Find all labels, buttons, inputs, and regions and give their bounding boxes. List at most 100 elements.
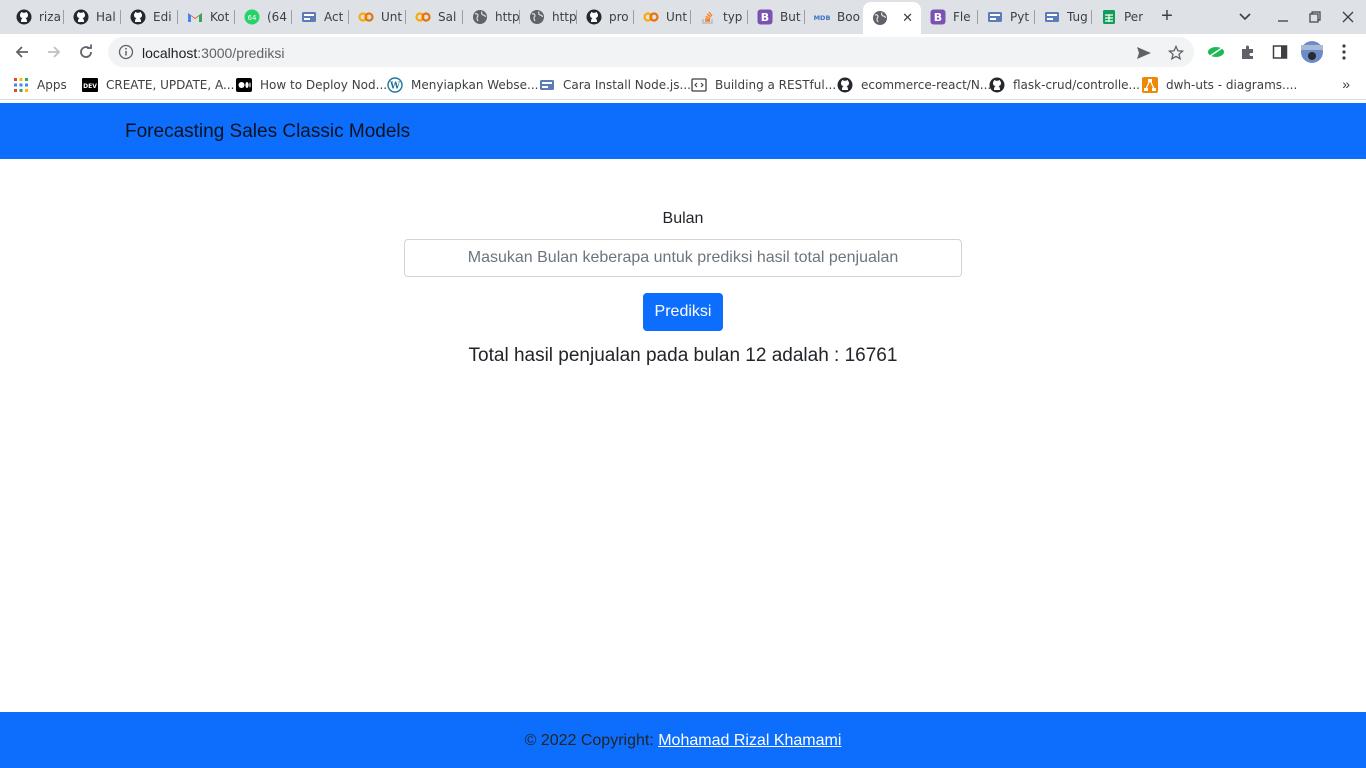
tab-title: Hal: [96, 10, 116, 24]
colab-icon: [643, 9, 659, 25]
footer-text: © 2022 Copyright: Mohamad Rizal Khamami: [0, 732, 1366, 750]
bookmark-item[interactable]: dwh-uts - diagrams....: [1142, 76, 1297, 94]
tab-title: (64: [267, 10, 287, 24]
predict-button[interactable]: Prediksi: [643, 293, 723, 331]
tab-title: pro: [609, 10, 629, 24]
browser-tab[interactable]: B But: [748, 4, 805, 30]
address-bar[interactable]: localhost:3000/prediksi: [108, 37, 1194, 67]
whatsapp-icon: 64: [244, 9, 260, 25]
site-icon: [987, 9, 1003, 25]
bookmark-label: How to Deploy Nod...: [260, 78, 388, 92]
navbar-brand[interactable]: Forecasting Sales Classic Models: [125, 121, 410, 143]
tab-title: Act: [324, 10, 344, 24]
browser-tab[interactable]: Per: [1092, 4, 1145, 30]
forward-button[interactable]: [42, 40, 66, 64]
site-info-icon[interactable]: [118, 44, 134, 60]
colab-icon: [415, 9, 431, 25]
globe-icon: [472, 9, 488, 25]
bookmark-item[interactable]: flask-crud/controlle...: [989, 76, 1140, 94]
tab-active[interactable]: ✕: [863, 2, 921, 34]
bookmark-item[interactable]: How to Deploy Nod...: [236, 76, 387, 94]
bootstrap-icon: B: [757, 9, 773, 25]
bookmark-star-icon[interactable]: [1167, 44, 1185, 62]
bookmark-item[interactable]: Cara Install Node.js...: [539, 76, 691, 94]
site-icon: [1044, 9, 1060, 25]
browser-tab[interactable]: riza: [7, 4, 64, 30]
tab-search-button[interactable]: [1233, 6, 1257, 28]
bookmark-item[interactable]: Building a RESTful...: [691, 76, 836, 94]
github-icon: [586, 9, 602, 25]
bookmark-label: Menyiapkan Webse...: [411, 78, 539, 92]
browser-tab[interactable]: Unt: [349, 4, 406, 30]
svg-text:MDB: MDB: [814, 14, 830, 22]
github-icon: [73, 9, 89, 25]
svg-text:B: B: [934, 11, 942, 24]
minimize-icon: [1278, 20, 1288, 22]
more-bookmarks-icon[interactable]: »: [1342, 76, 1350, 92]
back-button[interactable]: [10, 40, 34, 64]
restore-icon: [1309, 11, 1321, 23]
browser-tab[interactable]: MDB Boo: [805, 4, 862, 30]
globe-icon: [529, 9, 545, 25]
browser-tab[interactable]: Tug: [1035, 4, 1092, 30]
close-tab-icon[interactable]: ✕: [902, 10, 913, 26]
arrow-left-icon: [15, 46, 28, 58]
browser-tab[interactable]: Sal: [406, 4, 463, 30]
tab-title: Edi: [153, 10, 172, 24]
browser-tab[interactable]: 64 (64: [235, 4, 292, 30]
tab-title: typ: [723, 10, 743, 24]
bookmark-label: dwh-uts - diagrams....: [1166, 78, 1298, 92]
bookmarks-bar: Apps DEV CREATE, UPDATE, A... How to Deploy…: [0, 70, 1366, 100]
footer-copyright: © 2022 Copyright:: [524, 732, 659, 749]
mdb-icon: MDB: [814, 9, 830, 25]
tab-title: Pyt: [1010, 10, 1030, 24]
extension-eye-icon[interactable]: [1204, 40, 1228, 64]
browser-tab[interactable]: Act: [292, 4, 349, 30]
side-panel-icon[interactable]: [1268, 40, 1292, 64]
reload-button[interactable]: [74, 40, 98, 64]
browser-tab[interactable]: Hal: [64, 4, 121, 30]
browser-tab[interactable]: Kot: [178, 4, 235, 30]
browser-tab[interactable]: Edi: [121, 4, 178, 30]
restore-button[interactable]: [1303, 6, 1327, 28]
dev-icon: DEV: [82, 77, 98, 93]
drawio-icon: [1142, 77, 1158, 93]
close-window-button[interactable]: [1336, 6, 1360, 28]
bookmark-item[interactable]: W Menyiapkan Webse...: [387, 76, 539, 94]
gmail-icon: [187, 9, 203, 25]
url-text[interactable]: localhost:3000/prediksi: [142, 45, 284, 61]
close-icon: [1342, 11, 1354, 23]
prediction-result: Total hasil penjualan pada bulan 12 adal…: [468, 345, 898, 366]
svg-text:DEV: DEV: [83, 83, 97, 90]
browser-tab[interactable]: Unt: [634, 4, 691, 30]
page-navbar: Forecasting Sales Classic Models: [0, 103, 1366, 159]
browser-tab-strip: riza Hal Edi Kot 64 (64 Act Unt Sal http http pro Un…: [0, 0, 1366, 34]
bookmark-item[interactable]: ecommerce-react/N...: [837, 76, 991, 94]
tab-title: http: [552, 10, 577, 24]
browser-menu-icon[interactable]: [1332, 40, 1356, 64]
bookmark-item[interactable]: DEV CREATE, UPDATE, A...: [82, 76, 234, 94]
tab-title: Fle: [953, 10, 971, 24]
site-icon: [301, 9, 317, 25]
tab-title: Kot: [210, 10, 230, 24]
bookmark-item[interactable]: Apps: [13, 76, 67, 94]
browser-tab[interactable]: B Fle: [921, 4, 978, 30]
site-icon: [539, 77, 555, 93]
new-tab-button[interactable]: +: [1156, 6, 1178, 28]
month-input[interactable]: [404, 239, 962, 277]
browser-tab[interactable]: typ: [691, 4, 748, 30]
browser-tab[interactable]: http: [520, 4, 577, 30]
arrow-right-icon: [48, 46, 61, 58]
extensions-puzzle-icon[interactable]: [1236, 40, 1260, 64]
browser-tab[interactable]: Pyt: [978, 4, 1035, 30]
reload-icon: [80, 44, 92, 58]
tab-title: Per: [1124, 10, 1144, 24]
browser-tab[interactable]: pro: [577, 4, 634, 30]
send-tab-icon[interactable]: [1135, 44, 1153, 62]
browser-tab[interactable]: http: [463, 4, 520, 30]
month-label: Bulan: [662, 210, 704, 227]
minimize-button[interactable]: [1271, 6, 1295, 28]
author-link[interactable]: Mohamad Rizal Khamami: [658, 732, 841, 749]
page-footer: © 2022 Copyright: Mohamad Rizal Khamami: [0, 712, 1366, 768]
profile-avatar[interactable]: [1300, 40, 1324, 64]
